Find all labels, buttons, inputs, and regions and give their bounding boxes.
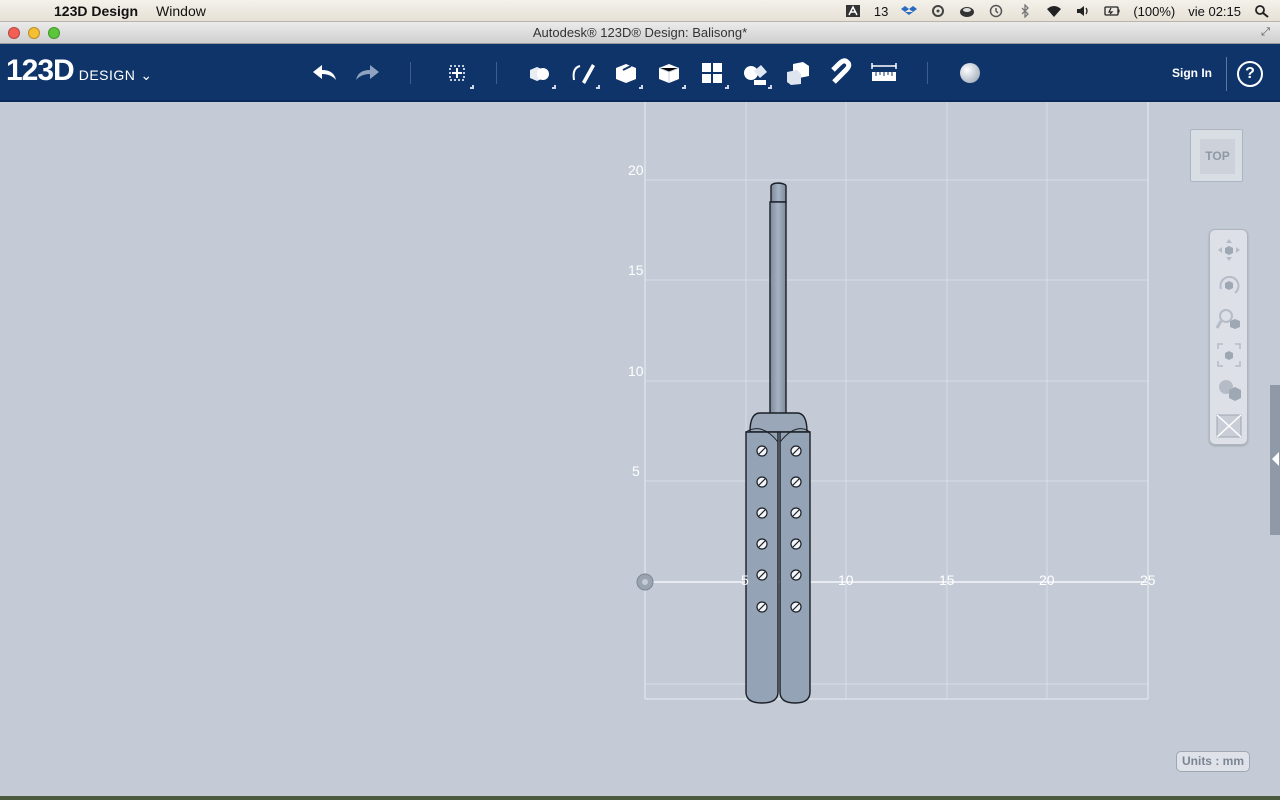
battery-percentage: (100%) (1133, 3, 1176, 19)
logo-text: 123D (6, 54, 75, 87)
x-axis-label: 10 (838, 572, 854, 588)
toolbar-separator (496, 62, 497, 84)
construct-button[interactable] (609, 56, 643, 90)
measure-button[interactable] (867, 56, 901, 90)
grouping-icon (744, 65, 767, 85)
measure-icon (871, 63, 897, 81)
grid-lines (644, 102, 1149, 700)
submenu-indicator (725, 85, 729, 89)
adobe-tray-icon[interactable] (845, 4, 861, 18)
origin-marker[interactable] (636, 573, 654, 591)
bluetooth-icon[interactable] (1017, 4, 1033, 18)
navigation-bar (1209, 229, 1248, 445)
battery-icon[interactable] (1104, 4, 1120, 18)
time-machine-icon[interactable] (988, 4, 1004, 18)
fit-icon (1217, 343, 1241, 367)
material-button[interactable] (953, 56, 987, 90)
orbit-button[interactable] (1214, 270, 1244, 300)
wifi-icon[interactable] (1046, 4, 1062, 18)
toolbar-separator (1226, 57, 1227, 91)
spotlight-search-icon[interactable] (1254, 4, 1270, 18)
units-button[interactable]: Units : mm (1176, 751, 1250, 772)
y-axis-label: 15 (628, 262, 644, 278)
submenu-indicator (639, 85, 643, 89)
pan-button[interactable] (1214, 235, 1244, 265)
visual-style-icon (1219, 380, 1241, 401)
sign-in-link[interactable]: Sign In (1172, 66, 1212, 80)
close-window-button[interactable] (8, 27, 20, 39)
fit-button[interactable] (1214, 340, 1244, 370)
zoom-icon (1215, 309, 1240, 329)
submenu-indicator (552, 85, 556, 89)
sketch-button[interactable] (566, 56, 600, 90)
hide-grid-icon (1216, 414, 1242, 438)
minimize-window-button[interactable] (28, 27, 40, 39)
gauge-icon[interactable] (959, 4, 975, 18)
pattern-button[interactable] (695, 56, 729, 90)
pattern-icon (702, 63, 722, 83)
zoom-window-button[interactable] (48, 27, 60, 39)
primitives-icon (530, 67, 549, 81)
toolbar-separator (927, 62, 928, 84)
chevron-left-icon (1272, 452, 1279, 466)
construct-icon (616, 64, 636, 83)
balisong-model[interactable] (745, 182, 811, 704)
volume-icon[interactable] (1075, 4, 1091, 18)
y-axis-label: 20 (628, 162, 644, 178)
x-axis-label: 5 (741, 572, 749, 588)
clock[interactable]: vie 02:15 (1188, 4, 1241, 19)
window-menu[interactable]: Window (156, 3, 206, 19)
material-icon (960, 63, 980, 83)
tray-badge: 13 (873, 3, 889, 19)
pan-icon (1218, 239, 1240, 261)
y-axis-label: 10 (628, 363, 644, 379)
submenu-indicator (470, 85, 474, 89)
x-axis-label: 20 (1039, 572, 1055, 588)
window-title: Autodesk® 123D® Design: Balisong* (532, 25, 748, 40)
chevron-down-icon: ⌄ (140, 67, 153, 83)
submenu-indicator (596, 85, 600, 89)
zoom-button[interactable] (1214, 305, 1244, 335)
design-canvas[interactable]: 20 15 10 5 5 10 15 20 25 (0, 102, 1280, 796)
grouping-button[interactable] (738, 56, 772, 90)
submenu-indicator (682, 85, 686, 89)
side-panel-toggle[interactable] (1270, 385, 1280, 535)
system-menu-bar: 123D Design Window 13 (100%) vie 02:15 (0, 0, 1280, 22)
redo-icon (356, 65, 379, 80)
view-cube[interactable]: TOP (1190, 129, 1243, 182)
modify-button[interactable] (652, 56, 686, 90)
y-axis-label: 5 (632, 463, 640, 479)
hide-grid-button[interactable] (1214, 410, 1244, 440)
orbit-icon (1219, 275, 1240, 294)
grid-and-model (636, 102, 1149, 704)
combine-icon (787, 62, 809, 85)
app-menu[interactable]: 123D Design (54, 3, 138, 19)
help-button[interactable]: ? (1237, 61, 1263, 87)
visual-style-button[interactable] (1214, 375, 1244, 405)
undo-icon (313, 65, 336, 80)
modify-icon (658, 64, 680, 83)
sync-icon[interactable] (930, 4, 946, 18)
transform-button[interactable] (440, 56, 474, 90)
undo-button[interactable] (308, 56, 342, 90)
combine-button[interactable] (781, 56, 815, 90)
dropbox-icon[interactable] (901, 4, 918, 18)
window-title-bar: Autodesk® 123D® Design: Balisong* ⤢ (0, 22, 1280, 44)
primitives-button[interactable] (522, 56, 556, 90)
redo-button[interactable] (350, 56, 384, 90)
app-menu-logo[interactable]: 123D DESIGN ⌄ (6, 54, 152, 88)
transform-icon (449, 65, 465, 81)
view-cube-face-top[interactable]: TOP (1200, 139, 1235, 174)
fullscreen-icon[interactable]: ⤢ (1259, 26, 1272, 39)
x-axis-label: 15 (939, 572, 955, 588)
toolbar-separator (410, 62, 411, 84)
snap-button[interactable] (824, 56, 858, 90)
desktop-edge (0, 796, 1280, 800)
x-axis-label: 25 (1140, 572, 1156, 588)
snap-icon (831, 58, 852, 84)
logo-subtext: DESIGN (78, 67, 136, 83)
submenu-indicator (768, 85, 772, 89)
sketch-icon (572, 64, 595, 84)
main-toolbar: 123D DESIGN ⌄ Sign In ? (0, 44, 1280, 102)
